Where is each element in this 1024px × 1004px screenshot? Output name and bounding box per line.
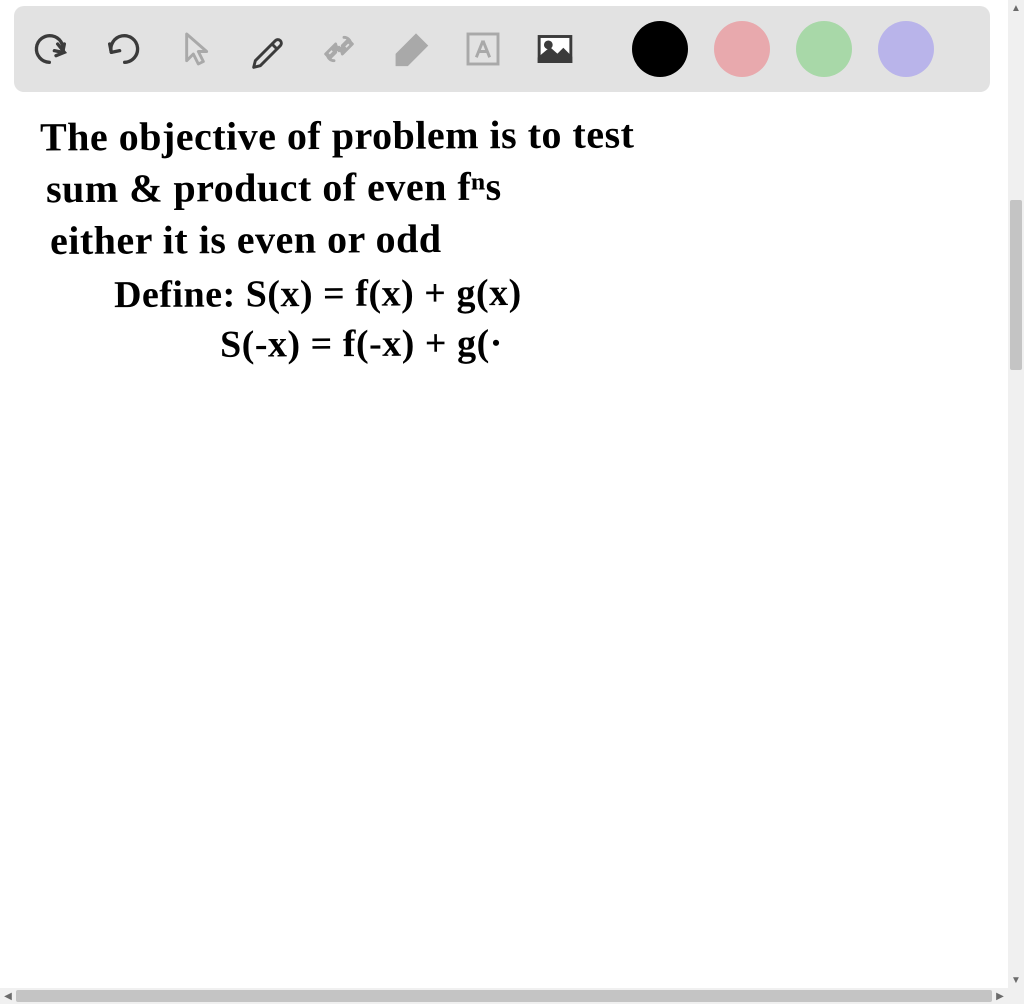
- color-swatch-green[interactable]: [796, 21, 852, 77]
- image-button[interactable]: [532, 26, 578, 72]
- pointer-icon: [175, 29, 215, 69]
- handwriting-line: sum & product of even fⁿs: [46, 163, 502, 212]
- redo-button[interactable]: [100, 26, 146, 72]
- toolbar: [14, 6, 990, 92]
- handwriting-line: either it is even or odd: [50, 215, 442, 264]
- text-button[interactable]: [460, 26, 506, 72]
- canvas-viewport: The objective of problem is to test sum …: [0, 0, 1008, 988]
- vertical-scrollbar[interactable]: ▲ ▼: [1008, 0, 1024, 988]
- eraser-icon: [391, 29, 431, 69]
- pencil-button[interactable]: [244, 26, 290, 72]
- scroll-left-button[interactable]: ◀: [0, 988, 16, 1004]
- pointer-button[interactable]: [172, 26, 218, 72]
- pencil-icon: [247, 29, 287, 69]
- whiteboard-app: The objective of problem is to test sum …: [0, 0, 1024, 1004]
- handwriting-line: S(-x) = f(-x) + g(·: [220, 321, 503, 366]
- image-icon: [535, 29, 575, 69]
- color-swatch-pink[interactable]: [714, 21, 770, 77]
- tools-button[interactable]: [316, 26, 362, 72]
- color-swatch-purple[interactable]: [878, 21, 934, 77]
- horizontal-scrollbar[interactable]: ◀ ▶: [0, 988, 1008, 1004]
- horizontal-scroll-thumb[interactable]: [16, 990, 992, 1002]
- eraser-button[interactable]: [388, 26, 434, 72]
- handwriting-line: Define: S(x) = f(x) + g(x): [114, 271, 522, 317]
- scrollbar-corner: [1008, 988, 1024, 1004]
- text-icon: [463, 29, 503, 69]
- handwriting-line: The objective of problem is to test: [40, 110, 635, 160]
- canvas-content[interactable]: The objective of problem is to test sum …: [14, 100, 990, 980]
- scroll-up-button[interactable]: ▲: [1008, 0, 1024, 16]
- color-swatch-black[interactable]: [632, 21, 688, 77]
- undo-icon: [31, 29, 71, 69]
- scroll-down-button[interactable]: ▼: [1008, 972, 1024, 988]
- wrench-icon: [319, 29, 359, 69]
- undo-button[interactable]: [28, 26, 74, 72]
- scroll-right-button[interactable]: ▶: [992, 988, 1008, 1004]
- vertical-scroll-thumb[interactable]: [1010, 200, 1022, 370]
- redo-icon: [103, 29, 143, 69]
